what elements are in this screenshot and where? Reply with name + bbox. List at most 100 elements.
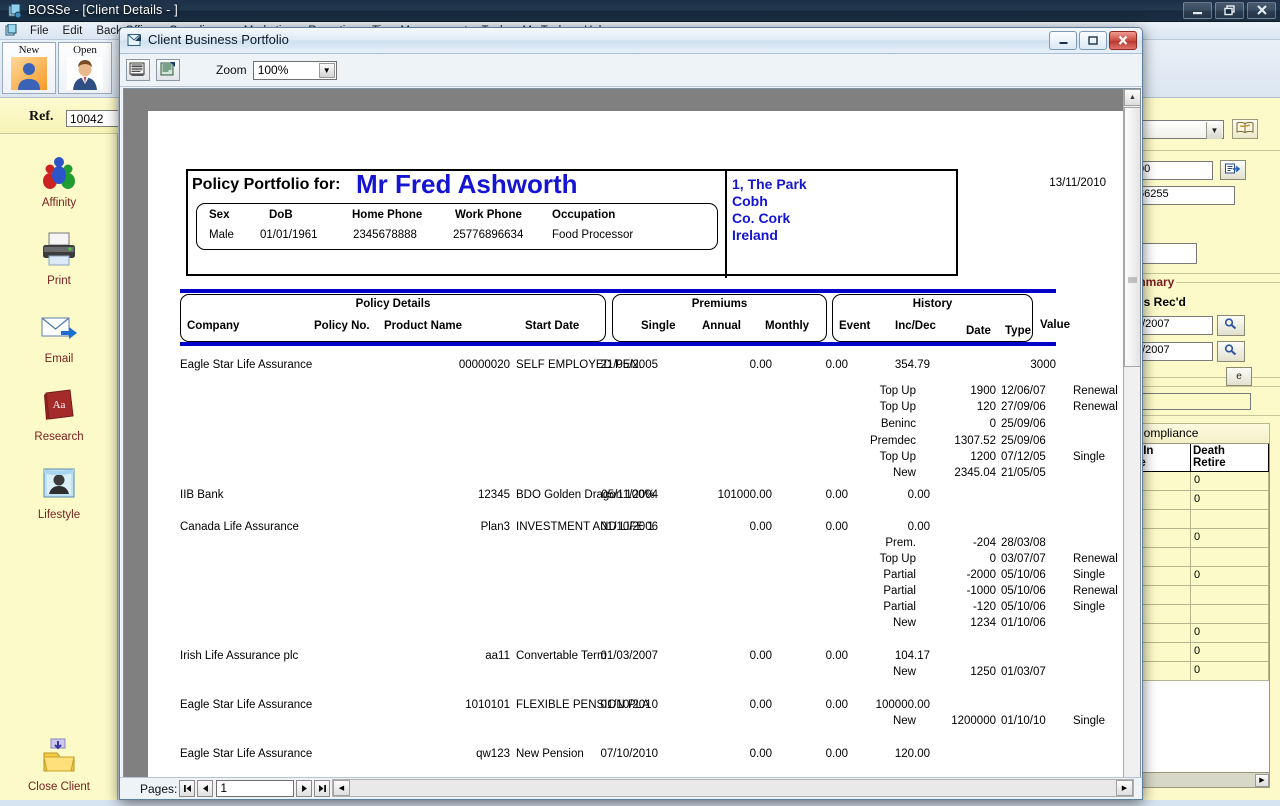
ref-label: Ref. xyxy=(29,109,54,124)
sidebar-item-email[interactable]: Email xyxy=(0,300,118,378)
column-header-death-retire: Death Retire xyxy=(1191,444,1269,471)
prev-page-button[interactable] xyxy=(197,780,214,797)
benefits-grid-row[interactable]: 0 xyxy=(1136,643,1269,662)
new-client-button[interactable]: New xyxy=(2,42,56,94)
benefits-grid-row[interactable]: 0 xyxy=(1136,624,1269,643)
date-to-field[interactable]: 5/2007 xyxy=(1136,342,1213,361)
last-page-button[interactable] xyxy=(314,780,331,797)
main-minimize-button[interactable] xyxy=(1183,2,1212,19)
print-preview-button[interactable] xyxy=(126,59,150,81)
sidebar-item-email-label: Email xyxy=(44,353,74,365)
zoom-value: 100% xyxy=(257,63,289,77)
dialog-title: Client Business Portfolio xyxy=(148,32,289,47)
benefits-grid-row[interactable]: 0 xyxy=(1136,662,1269,681)
scroll-right-button[interactable]: ▶ xyxy=(1116,780,1133,796)
menu-item-file[interactable]: File xyxy=(23,24,56,38)
benefits-grid-row[interactable] xyxy=(1136,510,1269,529)
history-date: 03/07/07 xyxy=(1001,553,1046,565)
benefits-grid-row[interactable]: 0 xyxy=(1136,529,1269,548)
dialog-maximize-button[interactable] xyxy=(1079,31,1107,50)
history-date: 25/09/06 xyxy=(1001,435,1046,447)
address-line-3: Co. Cork xyxy=(732,210,791,226)
e-button[interactable]: e xyxy=(1226,367,1252,386)
report-vertical-scrollbar[interactable]: ▲ xyxy=(1123,89,1140,777)
contact-number-field[interactable]: 00 xyxy=(1136,161,1213,180)
first-page-button[interactable] xyxy=(179,780,196,797)
column-header-type: Type xyxy=(1005,325,1031,337)
header-divider xyxy=(725,171,727,278)
vscroll-thumb[interactable] xyxy=(1124,107,1140,367)
history-incdec: -1000 xyxy=(966,585,996,597)
chevron-down-icon[interactable]: ▼ xyxy=(318,62,335,78)
grid-cell-amount-in-force xyxy=(1136,491,1191,509)
svg-text:Aa: Aa xyxy=(53,399,66,411)
open-client-button[interactable]: Open xyxy=(58,42,112,94)
policy-company: Irish Life Assurance plc xyxy=(180,650,299,662)
demog-header-home-phone: Home Phone xyxy=(352,209,423,221)
benefits-grid-row[interactable]: 0 xyxy=(1136,567,1269,586)
history-date: 05/10/06 xyxy=(1001,601,1046,613)
scroll-left-button[interactable]: ◀ xyxy=(333,780,350,796)
date-to-lookup-button[interactable] xyxy=(1217,341,1245,362)
report-horizontal-scrollbar[interactable]: ◀ ▶ xyxy=(332,779,1134,797)
column-header-date: Date xyxy=(966,325,991,337)
book-button[interactable] xyxy=(1232,119,1258,139)
export-report-icon xyxy=(159,61,177,80)
contact-blank-field[interactable] xyxy=(1136,243,1197,264)
column-header-start-date: Start Date xyxy=(525,320,580,332)
history-incdec: -120 xyxy=(972,601,996,613)
sidebar-item-research[interactable]: Aa Research xyxy=(0,378,118,456)
policy-number: 1010101 xyxy=(465,699,510,711)
main-restore-button[interactable] xyxy=(1215,2,1244,19)
policy-number: qw123 xyxy=(476,748,510,760)
benefits-grid-row[interactable] xyxy=(1136,586,1269,605)
dialog-titlebar[interactable]: Client Business Portfolio xyxy=(120,28,1142,54)
date-from-lookup-button[interactable] xyxy=(1217,315,1245,336)
sidebar-item-close-client-label: Close Client xyxy=(28,781,90,793)
grid-scroll-right-button[interactable]: ▶ xyxy=(1255,773,1269,787)
history-incdec: -2000 xyxy=(966,569,996,581)
zoom-combo[interactable]: 100% ▼ xyxy=(252,60,337,80)
sidebar-item-affinity-label: Affinity xyxy=(41,197,77,209)
export-report-button[interactable] xyxy=(156,59,180,81)
menu-item-edit[interactable]: Edit xyxy=(56,24,90,38)
chevron-down-icon[interactable]: ▼ xyxy=(1206,122,1222,139)
dialog-minimize-button[interactable] xyxy=(1049,31,1077,50)
group-history-title: History xyxy=(912,298,953,310)
benefits-grid-row[interactable] xyxy=(1136,605,1269,624)
sidebar-item-print[interactable]: Print xyxy=(0,222,118,300)
history-type: Single xyxy=(1073,569,1105,581)
ref-input[interactable]: 10042 xyxy=(66,110,118,127)
client-type-combo[interactable]: ▼ xyxy=(1136,120,1224,139)
dialog-close-button[interactable] xyxy=(1109,31,1137,50)
next-page-button[interactable] xyxy=(296,780,313,797)
history-event: Top Up xyxy=(879,451,916,463)
history-event: New xyxy=(892,467,916,479)
hscroll-track[interactable] xyxy=(350,780,1116,796)
report-preview-area: 13/11/2010 Policy Portfolio for: Mr Fred… xyxy=(123,88,1141,778)
affinity-icon xyxy=(39,151,79,191)
benefits-grid-row[interactable] xyxy=(1136,548,1269,567)
benefits-grid-row[interactable]: 0 xyxy=(1136,472,1269,491)
sidebar-item-lifestyle[interactable]: Lifestyle xyxy=(0,456,118,534)
scroll-up-button[interactable]: ▲ xyxy=(1124,89,1140,106)
benefits-grid[interactable]: n In ce Death Retire 0000000 ▶ xyxy=(1136,443,1270,788)
export-button[interactable] xyxy=(1220,160,1246,180)
history-date: 28/03/08 xyxy=(1001,537,1046,549)
policy-company: Eagle Star Life Assurance xyxy=(180,699,313,711)
column-header-event: Event xyxy=(839,320,871,332)
sidebar-item-affinity[interactable]: Affinity xyxy=(0,144,118,222)
ref-box: Ref. 10042 xyxy=(0,98,118,134)
benefits-grid-hscroll[interactable]: ▶ xyxy=(1136,772,1269,787)
demog-value-occupation: Food Processor xyxy=(552,229,634,241)
main-close-button[interactable] xyxy=(1247,2,1276,19)
sidebar-item-close-client[interactable]: Close Client xyxy=(0,728,118,806)
policy-number: Plan3 xyxy=(480,521,510,533)
date-from-field[interactable]: 5/2007 xyxy=(1136,316,1213,335)
demog-value-dob: 01/01/1961 xyxy=(260,229,318,241)
benefits-grid-row[interactable]: 0 xyxy=(1136,491,1269,510)
policy-number: 00000020 xyxy=(458,359,510,371)
tab-compliance[interactable]: Compliance xyxy=(1136,423,1270,443)
page-number-input[interactable]: 1 xyxy=(216,780,295,797)
contact-phone-field[interactable]: 66255 xyxy=(1136,186,1235,205)
